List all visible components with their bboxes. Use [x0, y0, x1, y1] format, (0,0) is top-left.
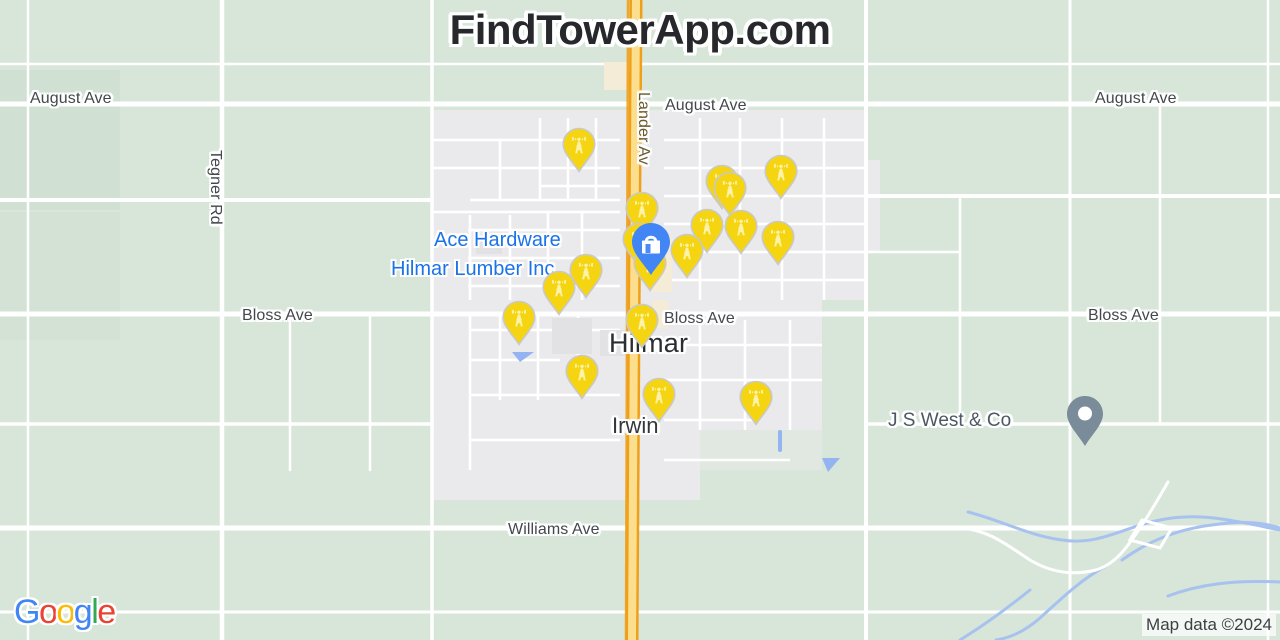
cell-tower-marker[interactable]: [561, 127, 597, 173]
cell-tower-icon: [562, 127, 596, 173]
cell-tower-icon: [724, 209, 758, 255]
google-logo-letter-e: e: [97, 593, 116, 631]
google-logo-letter-g1: G: [14, 593, 40, 631]
google-logo[interactable]: Google: [14, 593, 116, 632]
cell-tower-marker[interactable]: [669, 233, 705, 279]
cell-tower-marker[interactable]: [763, 154, 799, 200]
map-viewport[interactable]: FindTowerApp.com August Ave August Ave A…: [0, 0, 1280, 640]
cell-tower-icon: [542, 270, 576, 316]
cell-tower-marker[interactable]: [641, 377, 677, 423]
cell-tower-marker[interactable]: [723, 209, 759, 255]
cell-tower-icon: [670, 233, 704, 279]
google-logo-letter-g2: g: [73, 593, 93, 631]
cell-tower-icon: [502, 300, 536, 346]
cell-tower-marker[interactable]: [541, 270, 577, 316]
poi-marker-js-west-co[interactable]: [1065, 395, 1105, 447]
cell-tower-marker[interactable]: [501, 300, 537, 346]
google-logo-letter-o1: o: [38, 593, 58, 631]
cell-tower-icon: [625, 303, 659, 349]
cell-tower-icon: [764, 154, 798, 200]
cell-tower-icon: [642, 377, 676, 423]
map-pin-icon: [1067, 396, 1103, 446]
cell-tower-marker[interactable]: [564, 354, 600, 400]
map-attribution: Map data ©2024: [1142, 614, 1276, 636]
store-marker-ace-hardware[interactable]: [630, 222, 672, 276]
shopping-bag-icon: [632, 223, 670, 275]
cell-tower-marker[interactable]: [760, 220, 796, 266]
cell-tower-marker[interactable]: [738, 380, 774, 426]
cell-tower-icon: [739, 380, 773, 426]
cell-tower-icon: [761, 220, 795, 266]
cell-tower-icon: [565, 354, 599, 400]
google-logo-letter-o2: o: [56, 593, 75, 631]
cell-tower-marker[interactable]: [624, 303, 660, 349]
